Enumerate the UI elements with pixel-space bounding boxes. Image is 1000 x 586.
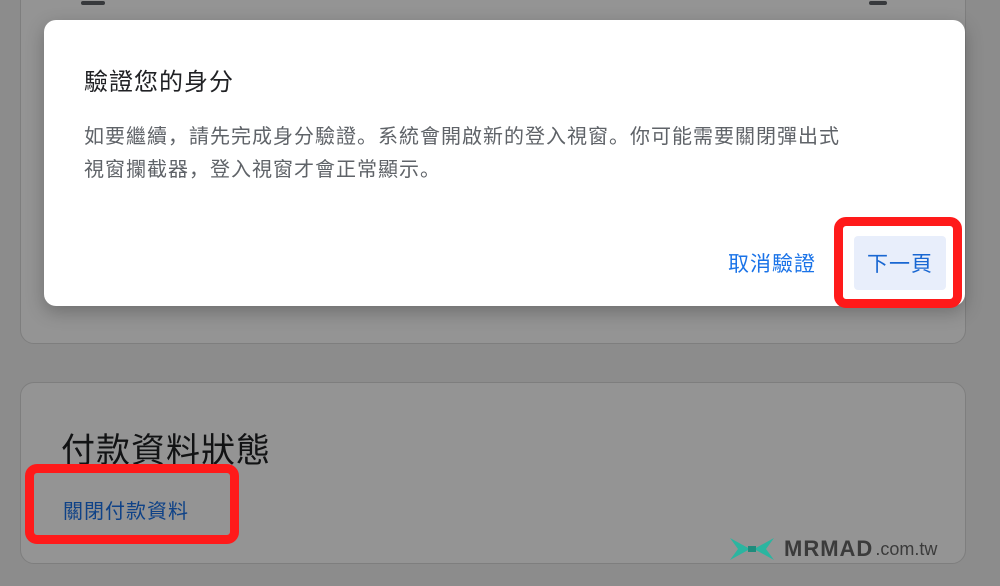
watermark-brand: MRMAD [784, 536, 874, 561]
dialog-title: 驗證您的身分 [84, 68, 234, 96]
dialog-body: 如要繼續，請先完成身分驗證。系統會開啟新的登入視窗。你可能需要關閉彈出式 視窗攔… [84, 120, 934, 186]
highlight-box-close-link [25, 464, 239, 544]
dialog-body-line-1: 如要繼續，請先完成身分驗證。系統會開啟新的登入視窗。你可能需要關閉彈出式 [84, 124, 840, 148]
cancel-verification-button[interactable]: 取消驗證 [728, 248, 816, 278]
watermark: MRMAD .com.tw [728, 533, 937, 565]
mrmad-logo-icon [730, 538, 774, 560]
dialog-body-line-2: 視窗攔截器，登入視窗才會正常顯示。 [84, 157, 441, 181]
watermark-domain: .com.tw [875, 538, 938, 559]
highlight-box-next [834, 217, 962, 308]
verify-identity-dialog: 驗證您的身分 如要繼續，請先完成身分驗證。系統會開啟新的登入視窗。你可能需要關閉… [44, 20, 965, 306]
